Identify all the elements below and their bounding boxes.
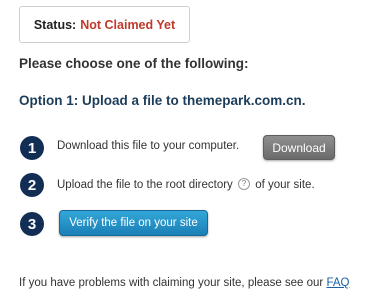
page-heading: Please choose one of the following: [19,56,249,71]
footer-text: If you have problems with claiming your … [19,277,324,289]
step-3-number: 3 [20,212,44,236]
verify-file-button[interactable]: Verify the file on your site [59,210,208,236]
status-box: Status: Not Claimed Yet [19,6,190,43]
status-label: Status: [33,17,77,32]
step-1-number: 1 [20,136,44,160]
download-button[interactable]: Download [263,135,335,160]
step-1-text: Download this file to your computer. [57,140,240,152]
step-2-text-before: Upload the file to the root directory [57,179,233,191]
step-2-text-after: of your site. [255,179,315,191]
step-2-text: Upload the file to the root directory ? … [57,178,315,191]
faq-link[interactable]: FAQ [326,277,349,289]
footer-help-text: If you have problems with claiming your … [19,277,349,289]
help-icon[interactable]: ? [238,178,250,190]
status-value: Not Claimed Yet [80,17,176,32]
option-title: Option 1: Upload a file to themepark.com… [19,93,306,108]
step-2-number: 2 [20,173,44,197]
